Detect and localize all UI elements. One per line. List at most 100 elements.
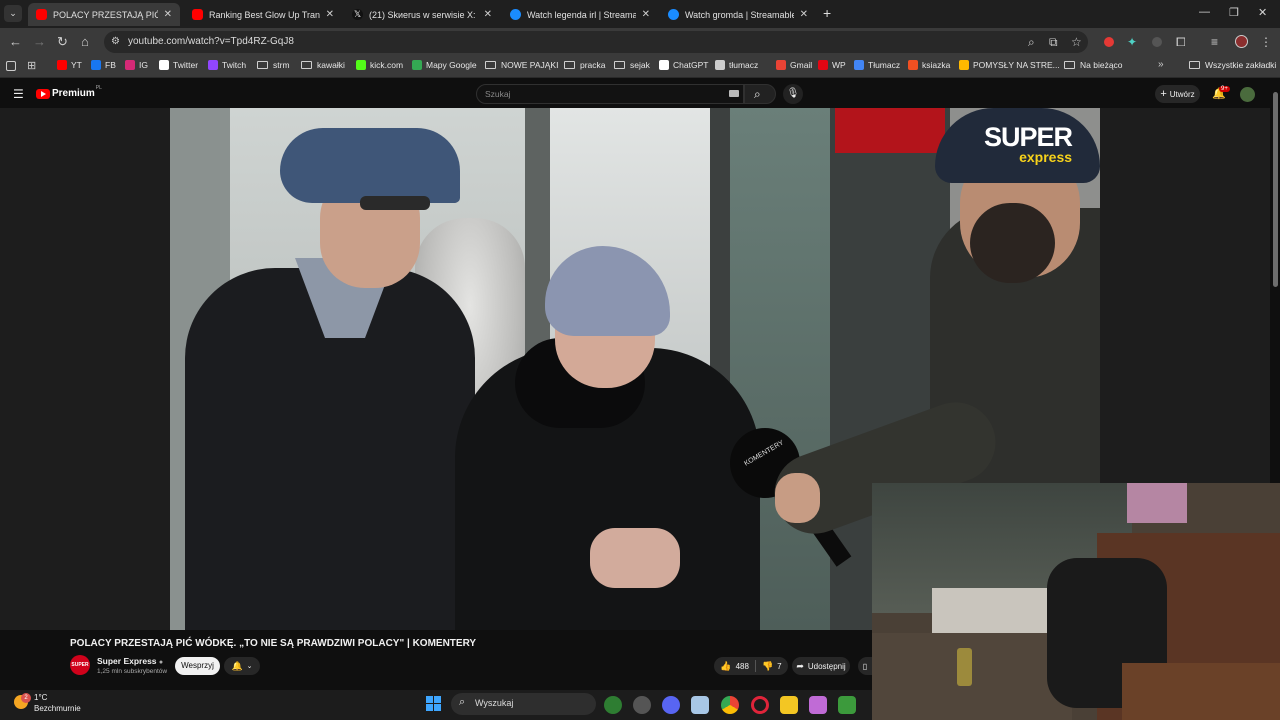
bookmark-twitch[interactable]: Twitch bbox=[208, 60, 246, 70]
minimize-icon[interactable]: — bbox=[1199, 6, 1210, 18]
close-icon[interactable]: ✕ bbox=[800, 9, 808, 20]
site-info-icon[interactable]: ⚙ bbox=[111, 36, 120, 47]
tab-2[interactable]: 𝕏 (21) Skиerus w serwisie X: "- V ✕ bbox=[344, 3, 500, 26]
discord-icon[interactable] bbox=[662, 696, 680, 714]
url-text[interactable]: youtube.com/watch?v=Tpd4RZ-GqJ8 bbox=[128, 36, 294, 47]
create-button[interactable]: + Utwórz bbox=[1155, 85, 1200, 103]
app-icon-9[interactable] bbox=[838, 696, 856, 714]
channel-avatar[interactable]: SUPER bbox=[70, 655, 90, 675]
close-icon[interactable]: ✕ bbox=[326, 9, 334, 20]
bookmark-ksiazka[interactable]: ksiazka bbox=[908, 60, 950, 70]
opera-icon[interactable] bbox=[751, 696, 769, 714]
app-icon-8[interactable] bbox=[809, 696, 827, 714]
streamable-icon bbox=[510, 9, 521, 20]
close-icon[interactable]: ✕ bbox=[484, 9, 492, 20]
media-controls-icon[interactable]: ≡ bbox=[1211, 35, 1218, 49]
bookmark-fb[interactable]: FB bbox=[91, 60, 116, 70]
scrollbar-thumb[interactable] bbox=[1273, 92, 1278, 287]
bookmark-pracka[interactable]: pracka bbox=[564, 60, 606, 70]
install-app-icon[interactable]: ⧉ bbox=[1049, 35, 1058, 50]
app-icon-2[interactable] bbox=[633, 696, 651, 714]
menu-icon[interactable]: ☰ bbox=[13, 87, 24, 101]
search-input[interactable] bbox=[476, 84, 744, 104]
bookmark-label: sejak bbox=[630, 60, 650, 70]
woman-hands bbox=[590, 528, 680, 588]
bookmark-tłumacz[interactable]: Tłumacz bbox=[854, 60, 900, 70]
forward-icon[interactable]: → bbox=[33, 34, 46, 49]
close-icon[interactable]: ✕ bbox=[642, 9, 650, 20]
new-tab-icon[interactable]: + bbox=[823, 5, 831, 21]
tab-1[interactable]: Ranking Best Glow Up Transitio ✕ bbox=[184, 3, 342, 26]
puzzle-icon[interactable]: ⧠ bbox=[1176, 35, 1186, 50]
bookmark-chatgpt[interactable]: ChatGPT bbox=[659, 60, 708, 70]
back-icon[interactable]: ← bbox=[9, 34, 22, 49]
zoom-icon[interactable]: ⌕ bbox=[1028, 35, 1035, 50]
bookmark-pomysły-na-stre-[interactable]: POMYSŁY NA STRE... bbox=[959, 60, 1060, 70]
close-icon[interactable]: ✕ bbox=[164, 9, 172, 20]
app-icon-1[interactable] bbox=[604, 696, 622, 714]
bookmark-kick-com[interactable]: kick.com bbox=[356, 60, 403, 70]
record-extension-icon[interactable] bbox=[1104, 37, 1114, 47]
all-bookmarks[interactable]: Wszystkie zakładki bbox=[1189, 60, 1276, 70]
more-bookmarks-icon[interactable]: » bbox=[1158, 59, 1164, 70]
bookmark-star-icon[interactable]: ☆ bbox=[1071, 35, 1082, 49]
profile-avatar[interactable] bbox=[1235, 35, 1248, 48]
reload-icon[interactable]: ↻ bbox=[57, 34, 68, 50]
share-button[interactable]: ➦ Udostępnij bbox=[792, 657, 850, 675]
tab-4[interactable]: Watch gromda | Streamable ✕ bbox=[660, 3, 816, 26]
tab-search-button[interactable]: ⌄ bbox=[4, 5, 22, 22]
youtube-logo[interactable]: Premium PL bbox=[36, 85, 102, 99]
bookmark-twitter[interactable]: Twitter bbox=[159, 60, 198, 70]
extension-icon[interactable]: ✦ bbox=[1127, 35, 1137, 49]
bookmark-label: IG bbox=[139, 60, 148, 70]
bookmark-wp[interactable]: WP bbox=[818, 60, 846, 70]
all-bookmarks-label: Wszystkie zakładki bbox=[1205, 60, 1277, 70]
app-icon-4[interactable] bbox=[691, 696, 709, 714]
bookmark-tłumacz[interactable]: tłumacz bbox=[715, 60, 758, 70]
bookmark-ig[interactable]: IG bbox=[125, 60, 148, 70]
dislike-button[interactable]: 👎 7 bbox=[762, 661, 782, 672]
home-icon[interactable]: ⌂ bbox=[81, 34, 89, 49]
voice-search-icon[interactable]: 🎙 bbox=[783, 84, 803, 104]
save-button[interactable]: ▯ bbox=[858, 657, 872, 675]
account-avatar[interactable] bbox=[1240, 87, 1255, 102]
tab-0[interactable]: POLACY PRZESTAJĄ PIĆ WÓDKĘ ✕ bbox=[28, 3, 180, 26]
weather-widget[interactable]: 2 1°C Bezchmurnie bbox=[12, 693, 102, 717]
chrome-icon[interactable] bbox=[721, 696, 739, 714]
apps-grid-icon[interactable]: ⊞ bbox=[27, 59, 36, 72]
extension-icon-2[interactable] bbox=[1152, 37, 1162, 47]
windows-start-icon[interactable] bbox=[426, 696, 441, 711]
bookmark-yt[interactable]: YT bbox=[57, 60, 82, 70]
subscribe-bell-button[interactable]: 🔔 ⌄ bbox=[224, 657, 260, 675]
folder-icon bbox=[1064, 61, 1075, 69]
restore-icon[interactable]: ❐ bbox=[1229, 6, 1239, 19]
man-left-glasses bbox=[360, 196, 430, 210]
bookmark-kawałki[interactable]: kawałki bbox=[301, 60, 345, 70]
bookmark-gmail[interactable]: Gmail bbox=[776, 60, 812, 70]
close-window-icon[interactable]: ✕ bbox=[1258, 6, 1267, 19]
bookmark-label: YT bbox=[71, 60, 82, 70]
webcam-desk bbox=[872, 633, 1072, 720]
tab-title: Watch legenda irl | Streamable bbox=[527, 9, 636, 20]
translate-icon bbox=[854, 60, 864, 70]
man-left-cap bbox=[280, 128, 460, 203]
man-right-hand bbox=[775, 473, 820, 523]
more-icon[interactable]: ⋮ bbox=[1260, 35, 1272, 49]
keyboard-icon[interactable] bbox=[729, 90, 739, 97]
channel-name[interactable]: Super Express ● bbox=[97, 656, 163, 666]
tab-title: (21) Skиerus w serwisie X: "- V bbox=[369, 9, 478, 20]
file-explorer-icon[interactable] bbox=[780, 696, 798, 714]
bookmark-strm[interactable]: strm bbox=[257, 60, 290, 70]
bookmark-mapy-google[interactable]: Mapy Google bbox=[412, 60, 477, 70]
tab-3[interactable]: Watch legenda irl | Streamable ✕ bbox=[502, 3, 658, 26]
youtube-play-icon bbox=[36, 88, 50, 99]
support-button[interactable]: Wesprzyj bbox=[175, 657, 220, 675]
like-button[interactable]: 👍 488 bbox=[720, 661, 749, 672]
bookmark-sejak[interactable]: sejak bbox=[614, 60, 650, 70]
bookmark-nowe-pająki[interactable]: NOWE PAJĄKI bbox=[485, 60, 558, 70]
bookmark-label: strm bbox=[273, 60, 290, 70]
bookmark-na-bieżąco[interactable]: Na bieżąco bbox=[1064, 60, 1123, 70]
sidebar-toggle-icon[interactable] bbox=[6, 61, 16, 71]
youtube-icon bbox=[57, 60, 67, 70]
taskbar-search[interactable]: ⌕ Wyszukaj bbox=[451, 693, 596, 715]
